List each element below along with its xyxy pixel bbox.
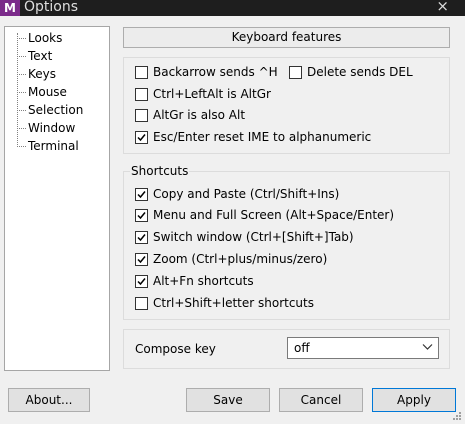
save-button[interactable]: Save bbox=[186, 388, 270, 412]
checkbox-label: Esc/Enter reset IME to alphanumeric bbox=[153, 130, 372, 144]
checkmark-icon bbox=[137, 278, 146, 286]
checkbox-box bbox=[135, 209, 148, 222]
checkmark-icon bbox=[137, 234, 146, 242]
tree-item-label: Keys bbox=[28, 67, 57, 81]
resize-grip-icon[interactable] bbox=[452, 411, 462, 421]
checkbox-label: Backarrow sends ^H bbox=[153, 65, 278, 79]
tree-item-label: Text bbox=[28, 49, 53, 63]
checkmark-icon bbox=[137, 191, 146, 199]
checkbox-label: Alt+Fn shortcuts bbox=[153, 274, 254, 288]
window-title: Options bbox=[24, 0, 79, 15]
checkbox-label: Zoom (Ctrl+plus/minus/zero) bbox=[153, 252, 328, 266]
checkbox-label: Ctrl+LeftAlt is AltGr bbox=[153, 87, 271, 101]
app-icon: M bbox=[0, 0, 20, 16]
checkbox-label: Ctrl+Shift+letter shortcuts bbox=[153, 296, 314, 310]
apply-button[interactable]: Apply bbox=[372, 388, 456, 412]
compose-key-label: Compose key bbox=[135, 342, 216, 356]
checkbox-box bbox=[135, 66, 148, 79]
checkbox-label: Copy and Paste (Ctrl/Shift+Ins) bbox=[153, 187, 340, 201]
tree-item-label: Window bbox=[28, 121, 76, 135]
checkbox-box bbox=[135, 275, 148, 288]
about-button[interactable]: About... bbox=[8, 388, 90, 412]
checkbox-label: Menu and Full Screen (Alt+Space/Enter) bbox=[153, 208, 395, 222]
category-tree[interactable]: Looks Text Keys Mouse Selection Window T… bbox=[4, 26, 110, 371]
checkmark-icon bbox=[137, 212, 146, 220]
checkbox-box bbox=[289, 66, 302, 79]
tree-item-label: Terminal bbox=[28, 139, 79, 153]
checkbox-box bbox=[135, 109, 148, 122]
checkbox-box bbox=[135, 188, 148, 201]
chevron-down-icon bbox=[422, 344, 433, 350]
checkbox-box bbox=[135, 231, 148, 244]
close-icon[interactable]: × bbox=[436, 0, 449, 14]
title-bar: M Options × bbox=[0, 0, 465, 16]
checkbox-label: AltGr is also Alt bbox=[153, 108, 246, 122]
cancel-button[interactable]: Cancel bbox=[279, 388, 363, 412]
checkbox-box bbox=[135, 131, 148, 144]
panel-header: Keyboard features bbox=[123, 27, 450, 48]
checkmark-icon bbox=[137, 134, 146, 142]
compose-key-value: off bbox=[294, 341, 310, 355]
shortcuts-group-title: Shortcuts bbox=[130, 164, 190, 178]
checkbox-label: Switch window (Ctrl+[Shift+]Tab) bbox=[153, 230, 354, 244]
tree-item-label: Selection bbox=[28, 103, 84, 117]
checkbox-box bbox=[135, 253, 148, 266]
tree-item-label: Looks bbox=[28, 31, 63, 45]
compose-key-select[interactable]: off bbox=[287, 337, 439, 359]
checkmark-icon bbox=[137, 256, 146, 264]
tree-item-label: Mouse bbox=[28, 85, 67, 99]
checkbox-box bbox=[135, 297, 148, 310]
checkbox-box bbox=[135, 88, 148, 101]
checkbox-label: Delete sends DEL bbox=[307, 65, 413, 79]
